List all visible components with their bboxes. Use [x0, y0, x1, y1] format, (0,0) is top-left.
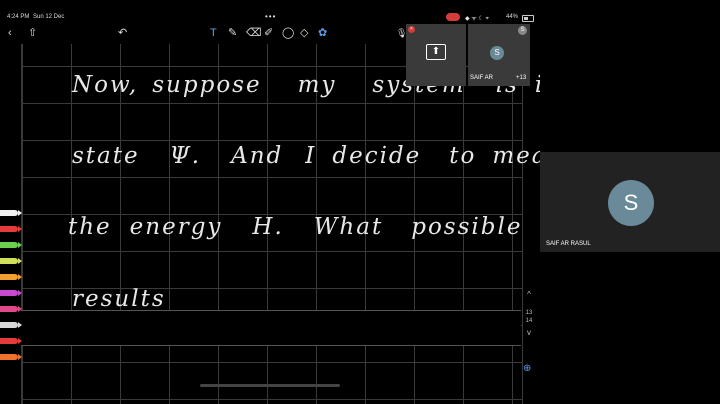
page-navigator: ^ 13 14 v — [522, 290, 536, 370]
ipad-screen: 4:24 PM Sun 12 Dec ••• ◆ ᯤ ☾ ⌖ 44% ‹ ⇧ ↶… — [0, 0, 540, 404]
page-number-next[interactable]: 14 — [522, 318, 536, 324]
pen-swatch[interactable] — [0, 338, 22, 344]
multitask-dots[interactable]: ••• — [265, 12, 276, 21]
screen-share-tile[interactable]: × ⬆ — [406, 24, 466, 86]
back-icon[interactable]: ‹ — [8, 26, 12, 40]
status-time: 4:24 PM — [7, 14, 30, 20]
element-tool-icon[interactable]: ✿ — [318, 26, 327, 40]
horizontal-scrollbar[interactable] — [200, 384, 340, 387]
meeting-pip[interactable]: × ⬆ S S SAIF AR +13 — [406, 24, 530, 86]
signal-icons: ◆ ᯤ ☾ ⌖ — [465, 16, 489, 22]
share-icon[interactable]: ⇧ — [28, 26, 37, 40]
pen-swatch[interactable] — [0, 242, 22, 248]
participant-avatar: S — [608, 180, 654, 226]
zoom-icon[interactable]: ⊕ — [523, 363, 531, 374]
pen-swatch[interactable] — [0, 274, 22, 280]
pen-swatch[interactable] — [0, 226, 22, 232]
handwriting-line-2: stateΨ.AndIdecidetomeasure — [72, 143, 540, 169]
self-name: SAIF AR — [470, 75, 494, 81]
handwriting-line-3: the energy H. What possible — [68, 214, 523, 240]
pen-palette — [0, 210, 22, 380]
pen-swatch[interactable] — [0, 322, 22, 328]
text-tool-icon[interactable]: T — [210, 26, 217, 40]
share-screen-icon[interactable]: ⬆ — [426, 44, 446, 60]
eraser-tool-icon[interactable]: ⌫ — [246, 26, 262, 40]
shapes-tool-icon[interactable]: ◇ — [300, 26, 308, 40]
pen-swatch[interactable] — [0, 210, 22, 216]
handwriting-line-4: results — [72, 286, 166, 312]
self-avatar: S — [490, 46, 504, 60]
pen-swatch[interactable] — [0, 258, 22, 264]
highlighter-tool-icon[interactable]: ✐ — [264, 26, 273, 40]
page-up-icon[interactable]: ^ — [522, 290, 536, 300]
status-bar: 4:24 PM Sun 12 Dec ••• ◆ ᯤ ☾ ⌖ 44% — [0, 12, 540, 24]
battery-icon — [522, 15, 534, 22]
page-down-icon[interactable]: v — [522, 328, 536, 338]
close-icon[interactable]: × — [408, 26, 415, 33]
pen-swatch[interactable] — [0, 354, 22, 360]
participant-name: SAIF AR RASUL — [546, 241, 591, 247]
participant-count[interactable]: +13 — [516, 75, 526, 81]
status-date: Sun 12 Dec — [33, 14, 65, 20]
page-number-current[interactable]: 13 — [522, 310, 536, 316]
battery-percent: 44% — [506, 14, 519, 20]
recording-indicator — [446, 13, 460, 21]
pen-tool-icon[interactable]: ✎ — [228, 26, 237, 40]
pen-swatch[interactable] — [0, 290, 22, 296]
pen-swatch[interactable] — [0, 306, 22, 312]
page-divider — [21, 310, 521, 346]
lasso-tool-icon[interactable]: ◯ — [282, 26, 294, 40]
participant-tile[interactable]: S SAIF AR RASUL — [540, 152, 720, 252]
undo-icon[interactable]: ↶ — [118, 26, 127, 40]
mini-avatar-badge: S — [518, 26, 527, 35]
